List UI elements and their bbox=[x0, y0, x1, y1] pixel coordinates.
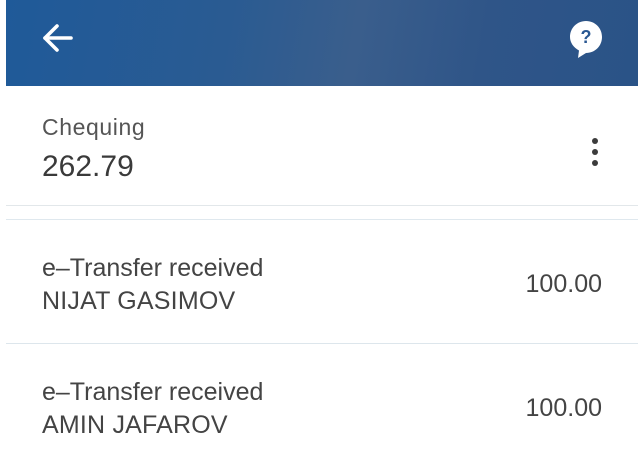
transaction-title: e–Transfer received bbox=[42, 254, 264, 282]
help-button[interactable]: ? bbox=[566, 18, 606, 60]
transaction-amount: 100.00 bbox=[525, 270, 602, 298]
transaction-title: e–Transfer received bbox=[42, 378, 264, 406]
transaction-counterparty: AMIN JAFAROV bbox=[42, 411, 228, 439]
help-chat-bubble-icon: ? bbox=[570, 21, 602, 58]
transaction-amount: 100.00 bbox=[525, 394, 602, 422]
app-header: ? bbox=[6, 0, 638, 86]
arrow-left-icon bbox=[43, 24, 73, 52]
more-options-button[interactable] bbox=[578, 130, 612, 174]
transaction-row[interactable]: e–Transfer received NIJAT GASIMOV 100.00 bbox=[6, 220, 638, 344]
help-glyph: ? bbox=[581, 27, 592, 47]
transaction-counterparty: NIJAT GASIMOV bbox=[42, 287, 236, 315]
app-screen: ? Chequing 262.79 e–Transfer received NI… bbox=[0, 0, 644, 466]
account-name: Chequing bbox=[42, 114, 146, 140]
transaction-row[interactable]: e–Transfer received AMIN JAFAROV 100.00 bbox=[6, 344, 638, 466]
more-vertical-icon-dot bbox=[592, 149, 598, 155]
more-vertical-icon-dot bbox=[592, 160, 598, 166]
back-button[interactable] bbox=[38, 20, 78, 56]
more-vertical-icon bbox=[592, 138, 598, 144]
account-balance: 262.79 bbox=[42, 150, 134, 183]
account-summary: Chequing 262.79 bbox=[6, 86, 638, 206]
